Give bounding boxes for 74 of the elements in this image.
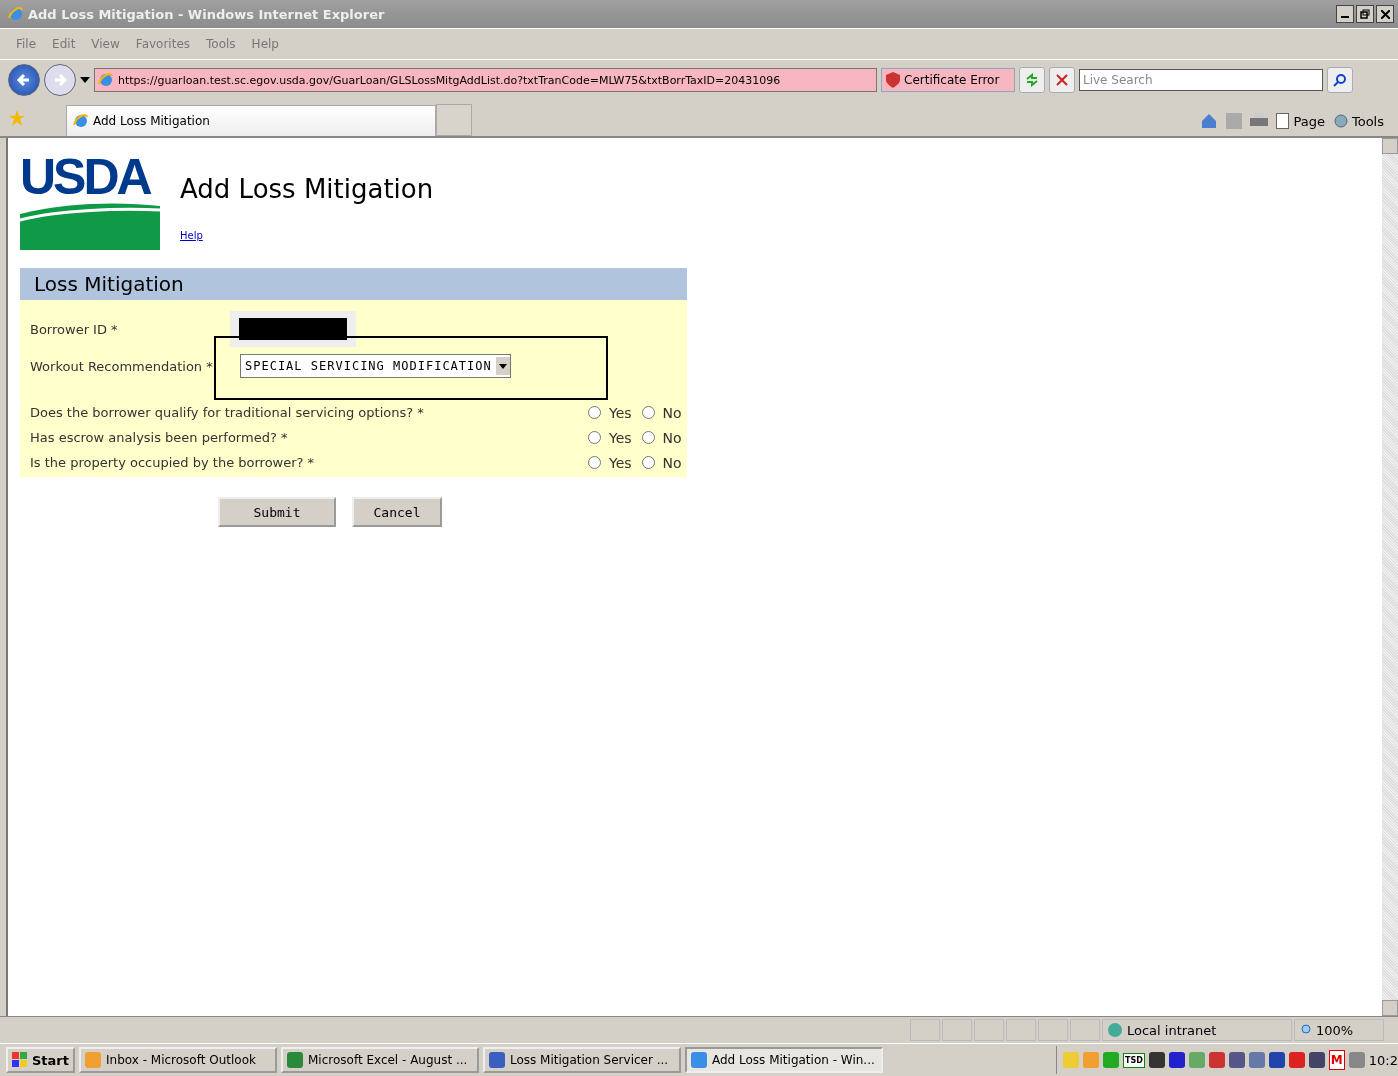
- windows-flag-icon: [12, 1052, 28, 1068]
- question-text: Has escrow analysis been performed? *: [30, 430, 289, 445]
- window-title: Add Loss Mitigation - Windows Internet Explorer: [28, 6, 386, 22]
- field-label: Workout Recommendation *: [30, 358, 214, 374]
- radio-option[interactable]: Yes: [588, 404, 632, 421]
- refresh-icon: [1025, 73, 1039, 87]
- page-title: Add Loss Mitigation: [180, 174, 434, 204]
- tray-icon[interactable]: TSD: [1123, 1052, 1145, 1068]
- field-label: Borrower ID *: [30, 321, 119, 337]
- right-arrow-icon: [52, 72, 68, 88]
- status-pane: [910, 1019, 940, 1041]
- forward-button[interactable]: [44, 64, 76, 96]
- tray-icon[interactable]: [1168, 1052, 1185, 1068]
- close-button[interactable]: [1376, 5, 1394, 23]
- radio-option[interactable]: Yes: [588, 454, 632, 471]
- page-icon: [1276, 113, 1291, 129]
- radio-option[interactable]: No: [641, 454, 682, 471]
- restore-button[interactable]: [1356, 5, 1374, 23]
- taskbar-button[interactable]: Microsoft Excel - August ...: [281, 1047, 479, 1073]
- status-pane: [1038, 1019, 1068, 1041]
- status-pane: [974, 1019, 1004, 1041]
- close-icon: [1380, 9, 1390, 19]
- radio-option[interactable]: Yes: [588, 429, 632, 446]
- question-text: Does the borrower qualify for traditional servicing options? *: [30, 405, 425, 420]
- question-text: Is the property occupied by the borrower? *: [30, 455, 316, 470]
- printer-icon[interactable]: [1250, 113, 1269, 129]
- tray-icon[interactable]: [1308, 1052, 1325, 1068]
- search-icon: [1333, 73, 1347, 87]
- tray-icon[interactable]: [1148, 1052, 1165, 1068]
- dropdown-icon: [495, 357, 510, 375]
- scrollbar[interactable]: [1382, 138, 1398, 1016]
- cancel-button[interactable]: Cancel: [352, 497, 442, 527]
- radio-option[interactable]: No: [641, 404, 682, 421]
- dropdown-icon[interactable]: [80, 77, 90, 83]
- left-arrow-icon: [16, 72, 32, 88]
- back-button[interactable]: [8, 64, 40, 96]
- home-icon[interactable]: [1200, 112, 1219, 130]
- taskbar-button[interactable]: Add Loss Mitigation - Win...: [685, 1047, 883, 1073]
- gear-icon: [1332, 113, 1349, 129]
- star-icon[interactable]: [8, 109, 26, 127]
- section-header: Loss Mitigation: [20, 268, 687, 300]
- zone-indicator: Local intranet: [1102, 1019, 1292, 1041]
- borrower-id-field[interactable]: [230, 311, 356, 347]
- workout-select[interactable]: SPECIAL SERVICING MODIFICATION: [240, 354, 511, 378]
- refresh-button[interactable]: [1019, 67, 1045, 93]
- tools-menu-button[interactable]: Tools: [1332, 113, 1384, 129]
- submit-button[interactable]: Submit: [218, 497, 336, 527]
- status-pane: [1070, 1019, 1100, 1041]
- status-pane: [942, 1019, 972, 1041]
- browser-tab[interactable]: Add Loss Mitigation: [66, 105, 436, 136]
- address-field[interactable]: https://guarloan.test.sc.egov.usda.gov/GuarLoan/GLSLossMitgAddList.do?txtTranCode=MLW75&txtBorrTaxID=20431096: [94, 68, 877, 92]
- shield-icon: [886, 72, 900, 88]
- tray-icon[interactable]: [1268, 1052, 1285, 1068]
- zoom-button[interactable]: 100%: [1294, 1019, 1384, 1041]
- restore-icon: [1360, 9, 1370, 19]
- tray-icon[interactable]: [1228, 1052, 1245, 1068]
- status-pane: [1006, 1019, 1036, 1041]
- certificate-error-button[interactable]: Certificate Error: [881, 68, 1015, 92]
- taskbar-button[interactable]: Inbox - Microsoft Outlook: [79, 1047, 277, 1073]
- radio-option[interactable]: No: [641, 429, 682, 446]
- search-button[interactable]: [1327, 67, 1353, 93]
- tray-icon[interactable]: M: [1328, 1050, 1345, 1070]
- usda-logo: USDA: [20, 152, 152, 202]
- start-button[interactable]: Start: [6, 1047, 75, 1073]
- page-menu-button[interactable]: Page: [1276, 113, 1325, 129]
- help-link[interactable]: Help: [180, 230, 434, 241]
- stop-button[interactable]: [1049, 67, 1075, 93]
- x-icon: [1056, 74, 1068, 86]
- magnifier-icon: [1301, 1024, 1313, 1036]
- globe-icon: [1107, 1022, 1123, 1038]
- taskbar-button[interactable]: Loss Mitigation Servicer ...: [483, 1047, 681, 1073]
- search-field[interactable]: Live Search: [1079, 69, 1323, 91]
- clock: 10:2: [1368, 1052, 1398, 1068]
- minimize-button[interactable]: [1336, 5, 1354, 23]
